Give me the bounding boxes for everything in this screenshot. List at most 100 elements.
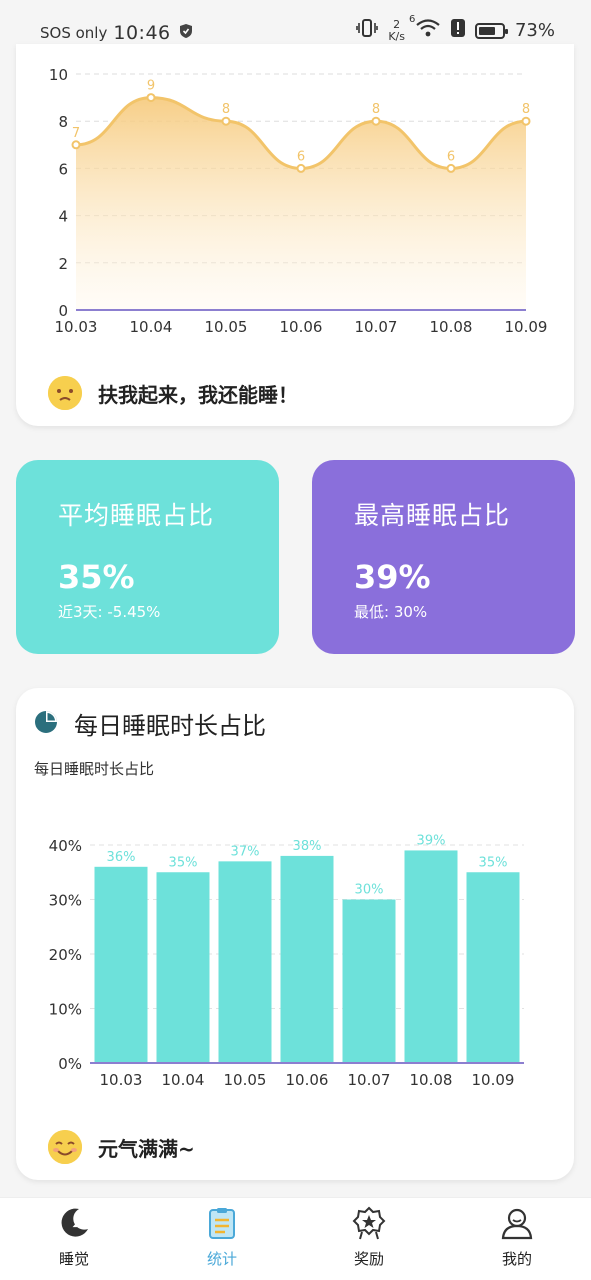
data-label: 6: [447, 149, 455, 164]
sleep-area-chart: 0246810710.03910.04810.05610.06810.07610…: [49, 66, 548, 336]
carrier-label: SOS only: [40, 24, 108, 42]
daily-ratio-header: 每日睡眠时长占比: [34, 706, 266, 741]
nav-profile[interactable]: 我的: [467, 1206, 567, 1269]
wifi-badge: 6: [408, 14, 416, 25]
x-tick-label: 10.08: [430, 318, 473, 336]
bar-value-label: 35%: [479, 855, 508, 870]
y-tick-label: 8: [58, 113, 68, 131]
y-tick-label: 4: [58, 208, 68, 226]
mood-row-sleepy: 扶我起来，我还能睡！: [48, 376, 298, 410]
battery-percent: 73%: [514, 20, 555, 41]
average-ratio-title: 平均睡眠占比: [58, 501, 215, 530]
pie-chart-icon: [34, 710, 58, 738]
highest-ratio-card[interactable]: 最高睡眠占比 39% 最低: 30%: [312, 460, 575, 654]
average-ratio-value: 35%: [58, 558, 135, 596]
data-point: [71, 140, 81, 150]
x-tick-label: 10.09: [472, 1071, 515, 1089]
bar: [404, 850, 458, 1063]
y-tick-label: 10: [49, 66, 68, 84]
x-tick-label: 10.05: [224, 1071, 267, 1089]
mood-text: 扶我起来，我还能睡！: [98, 382, 298, 407]
bar-value-label: 39%: [417, 833, 446, 848]
nav-sleep-label: 睡觉: [58, 1250, 89, 1268]
sleep-ratio-bar-chart: 0% 10% 20% 30% 40% 36% 10.03 35% 10.04 37% 10.05 38…: [49, 833, 524, 1089]
x-tick-label: 10.07: [348, 1071, 391, 1089]
x-tick-label: 10.06: [286, 1071, 329, 1089]
user-icon: [500, 1206, 534, 1244]
data-label: 6: [297, 149, 305, 164]
y-tick-label: 40%: [49, 837, 82, 855]
y-tick-label: 2: [58, 255, 68, 273]
data-label: 7: [72, 126, 80, 141]
data-label: 8: [222, 102, 230, 117]
highest-ratio-title: 最高睡眠占比: [354, 501, 511, 530]
x-tick-label: 10.03: [55, 318, 98, 336]
net-speed-unit: K/s: [388, 29, 405, 43]
nav-stats[interactable]: 统计: [172, 1206, 272, 1269]
clipboard-icon: [205, 1206, 239, 1244]
clock: 10:46: [113, 22, 171, 44]
net-speed: 2 K/s: [388, 17, 405, 43]
data-label: 8: [522, 102, 530, 117]
moon-icon: [57, 1206, 91, 1244]
data-label: 9: [147, 79, 155, 94]
bar-value-label: 30%: [355, 883, 384, 898]
bar: [342, 899, 396, 1063]
mood-row-happy: 元气满满~: [48, 1130, 195, 1164]
data-label: 8: [372, 102, 380, 117]
shield-icon: [179, 23, 193, 43]
nav-profile-label: 我的: [501, 1250, 532, 1268]
bar: [156, 872, 210, 1063]
bottom-navigation: 睡觉 统计 奖励 我的: [0, 1197, 591, 1280]
nav-rewards-label: 奖励: [353, 1250, 384, 1268]
x-tick-label: 10.07: [355, 318, 398, 336]
bar-value-label: 38%: [293, 839, 322, 854]
sleep-duration-card: 0 2 4 6 8 10 7 10.03 9 10.04 8 10.05 6 10.06 8 10.07 6 10…: [16, 44, 574, 426]
data-point: [146, 93, 156, 103]
smile-face-icon: [48, 1130, 82, 1164]
mood-text: 元气满满~: [98, 1136, 195, 1161]
x-tick-label: 10.08: [410, 1071, 453, 1089]
y-tick-label: 30%: [49, 892, 82, 910]
data-point: [521, 116, 531, 126]
average-ratio-card[interactable]: 平均睡眠占比 35% 近3天: -5.45%: [16, 460, 279, 654]
x-tick-label: 10.05: [205, 318, 248, 336]
average-ratio-sub: 近3天: -5.45%: [58, 603, 161, 621]
wifi-icon: 6: [409, 14, 441, 43]
battery-fill: [478, 26, 496, 35]
bar: [280, 855, 334, 1063]
nav-sleep[interactable]: 睡觉: [24, 1206, 124, 1269]
bar: [466, 872, 520, 1063]
data-point: [446, 163, 456, 173]
x-tick-label: 10.06: [280, 318, 323, 336]
y-tick-label: 10%: [49, 1001, 82, 1019]
daily-ratio-caption: 每日睡眠时长占比: [34, 760, 155, 778]
highest-ratio-sub: 最低: 30%: [354, 603, 428, 621]
sleepy-face-icon: [48, 376, 82, 410]
x-tick-label: 10.09: [505, 318, 548, 336]
bar: [218, 861, 272, 1063]
net-speed-value: 2: [393, 17, 401, 31]
highest-ratio-value: 39%: [354, 558, 431, 596]
bar-value-label: 35%: [169, 855, 198, 870]
status-right: 2 K/s 6 73%: [356, 14, 555, 43]
y-tick-label: 6: [58, 160, 68, 178]
data-point: [221, 116, 231, 126]
badge-icon: [352, 1206, 386, 1244]
nav-rewards[interactable]: 奖励: [319, 1206, 419, 1269]
data-point: [296, 163, 306, 173]
bar: [94, 866, 148, 1063]
alert-icon: [450, 19, 465, 42]
vibrate-icon: [356, 18, 379, 43]
area-fill: [76, 97, 526, 310]
x-tick-label: 10.04: [162, 1071, 205, 1089]
status-left: SOS only 10:46: [40, 22, 193, 44]
data-point: [371, 116, 381, 126]
y-tick-label: 20%: [49, 946, 82, 964]
x-tick-label: 10.04: [130, 318, 173, 336]
bar-value-label: 36%: [107, 850, 136, 865]
battery-icon: [474, 22, 508, 39]
y-tick-label: 0%: [58, 1055, 82, 1073]
bar-value-label: 37%: [231, 844, 260, 859]
daily-ratio-card: 每日睡眠时长占比 每日睡眠时长占比 0% 10% 20% 30% 40% 36% 10.03…: [16, 688, 574, 1180]
